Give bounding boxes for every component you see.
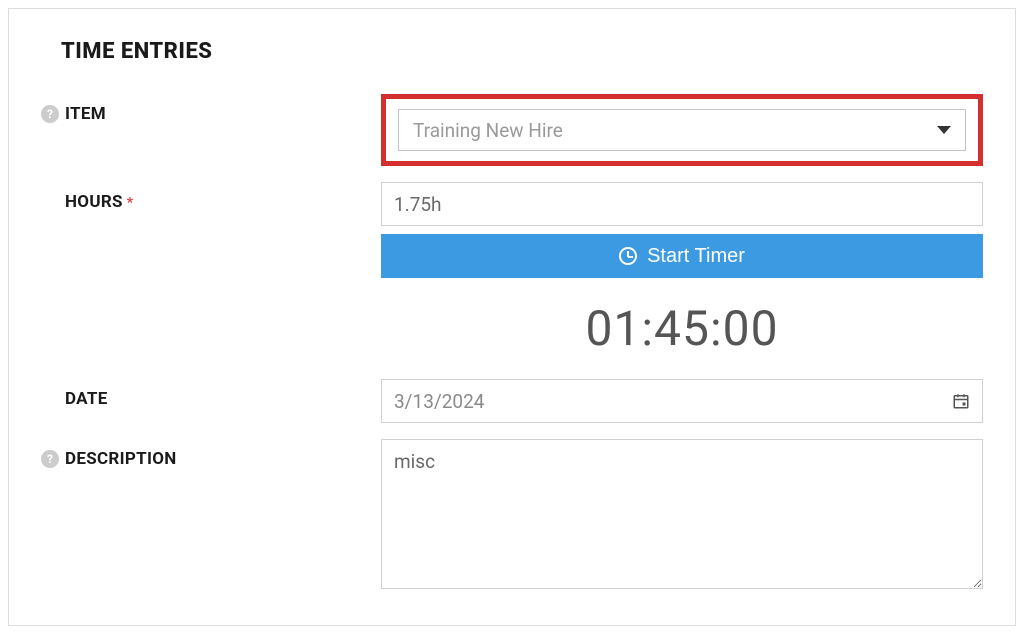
time-entries-panel: TIME ENTRIES ? ITEM Training New Hire HO…	[8, 8, 1016, 626]
date-value: 3/13/2024	[394, 390, 484, 413]
item-highlight-box: Training New Hire	[381, 94, 983, 166]
item-row: ? ITEM Training New Hire	[41, 94, 983, 182]
hours-label-col: HOURS*	[41, 182, 381, 212]
date-input-col: 3/13/2024	[381, 379, 983, 423]
calendar-icon	[952, 392, 970, 410]
date-label-col: DATE	[41, 379, 381, 409]
item-input-col: Training New Hire	[381, 94, 983, 182]
description-textarea[interactable]	[381, 439, 983, 589]
help-icon[interactable]: ?	[41, 450, 59, 468]
chevron-down-icon	[937, 126, 951, 134]
start-timer-label: Start Timer	[647, 245, 745, 268]
hours-input[interactable]	[381, 182, 983, 226]
required-star: *	[127, 195, 134, 211]
description-label-col: ? DESCRIPTION	[41, 439, 381, 469]
description-label: DESCRIPTION	[65, 449, 177, 469]
hours-input-col: Start Timer 01:45:00	[381, 182, 983, 379]
description-row: ? DESCRIPTION	[41, 439, 983, 593]
item-select[interactable]: Training New Hire	[398, 109, 966, 151]
help-icon[interactable]: ?	[41, 105, 59, 123]
timer-display: 01:45:00	[381, 300, 983, 357]
item-label-col: ? ITEM	[41, 94, 381, 124]
hours-row: HOURS* Start Timer 01:45:00	[41, 182, 983, 379]
date-row: DATE 3/13/2024	[41, 379, 983, 423]
description-input-col	[381, 439, 983, 593]
start-timer-button[interactable]: Start Timer	[381, 234, 983, 278]
section-title: TIME ENTRIES	[61, 39, 983, 64]
item-label: ITEM	[65, 104, 106, 124]
item-select-value: Training New Hire	[413, 119, 563, 142]
hours-label: HOURS*	[65, 192, 133, 212]
clock-icon	[619, 247, 637, 265]
date-input[interactable]: 3/13/2024	[381, 379, 983, 423]
date-label: DATE	[65, 389, 108, 409]
